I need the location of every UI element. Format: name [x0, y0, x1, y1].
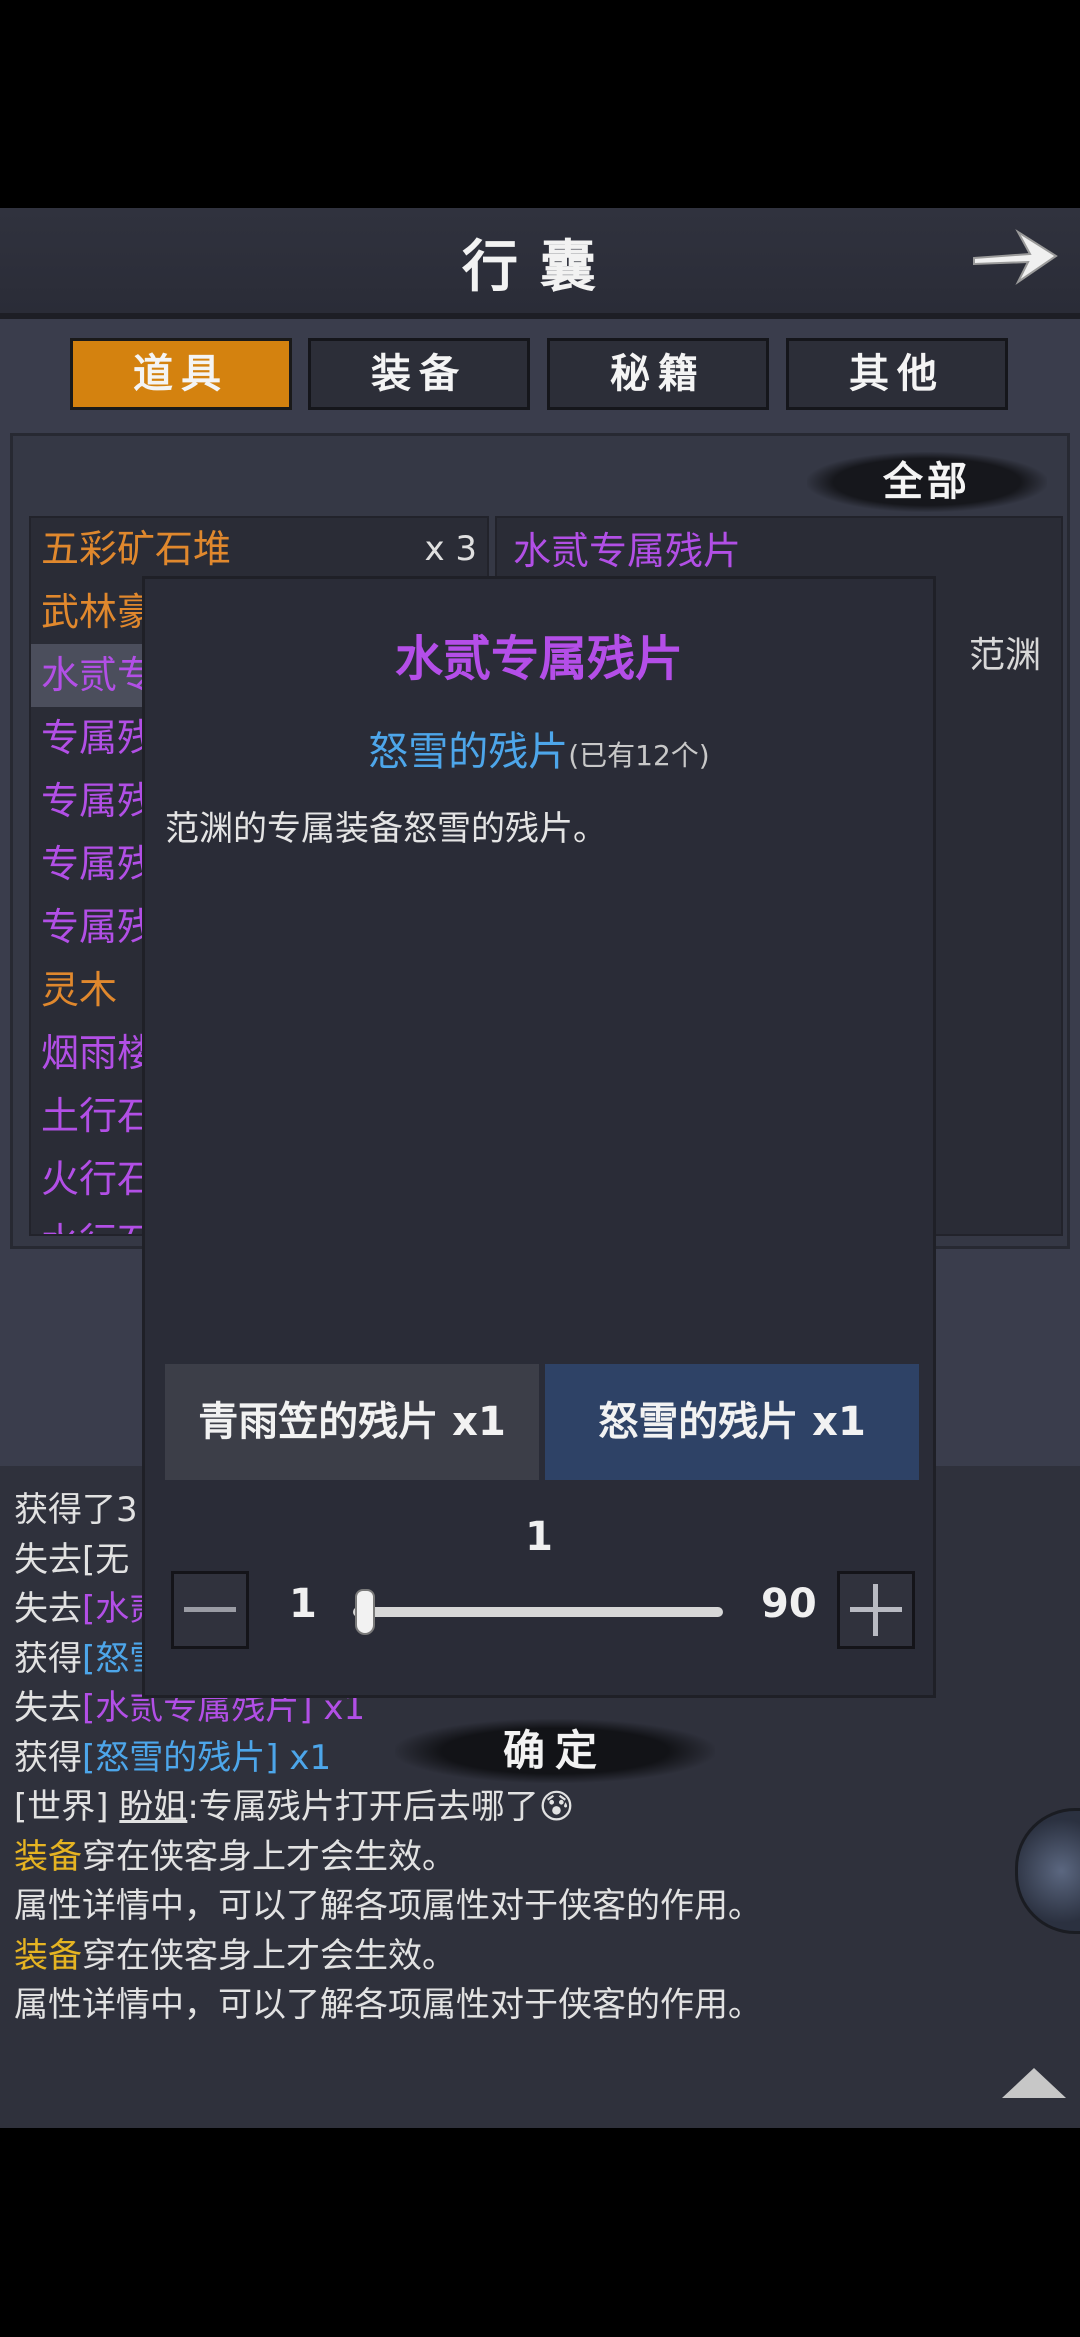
- log-text[interactable]: 盼姐: [119, 1787, 187, 1827]
- item-name: 火行石: [41, 1157, 156, 1201]
- item-name: 专属残: [41, 716, 156, 760]
- tab-items[interactable]: 道具: [70, 338, 292, 410]
- item-dialog: 水贰专属残片 怒雪的残片(已有12个) 范渊的专属装备怒雪的残片。 青雨笠的残片…: [142, 576, 936, 1783]
- log-line: 装备穿在侠客身上才会生效。: [14, 1829, 456, 1878]
- quantity-slider-track[interactable]: [353, 1607, 723, 1617]
- item-name: 土行石: [41, 1094, 156, 1138]
- quantity-value: 1: [525, 1514, 553, 1560]
- log-line: 属性详情中，可以了解各项属性对于侠客的作用。: [14, 1878, 762, 1927]
- header-bar: 行囊: [0, 208, 1080, 319]
- tab-other[interactable]: 其他: [786, 338, 1008, 410]
- detail-owner: 范渊: [968, 635, 1041, 676]
- item-count: x 3: [424, 529, 477, 569]
- choice-option-b[interactable]: 怒雪的残片 x1: [545, 1364, 919, 1480]
- dialog-description: 范渊的专属装备怒雪的残片。: [165, 809, 607, 849]
- log-text: x1: [278, 1737, 332, 1778]
- log-line: 属性详情中，可以了解各项属性对于侠客的作用。: [14, 1977, 762, 2026]
- game-screen: 行囊 道具 装备 秘籍 其他 全部 五彩矿石堆 x 3 武林豪 水贰专 专属残 专属残 专属…: [0, 208, 1080, 2128]
- log-text: 失去: [14, 1589, 82, 1629]
- log-line: 获得[怒雪的残片] x1: [14, 1730, 331, 1779]
- log-text: [怒雪的残片]: [82, 1737, 279, 1778]
- item-name: 专属残: [41, 779, 156, 823]
- slider-max-label: 90: [761, 1581, 817, 1627]
- quantity-slider-thumb[interactable]: [355, 1589, 375, 1635]
- log-text: 穿在侠客身上才会生效。: [82, 1935, 456, 1976]
- collapse-up-icon[interactable]: [1002, 2068, 1066, 2098]
- tab-equipment[interactable]: 装备: [308, 338, 530, 410]
- dialog-subtitle: 怒雪的残片(已有12个): [145, 719, 933, 777]
- log-text: 穿在侠客身上才会生效。: [82, 1836, 456, 1877]
- log-line: 失去[无: [14, 1532, 129, 1581]
- confirm-button[interactable]: 确定: [395, 1719, 715, 1783]
- log-text: 获得: [14, 1737, 82, 1778]
- detail-item-title: 水贰专属残片: [513, 529, 742, 573]
- minus-icon: [184, 1607, 236, 1612]
- back-arrow-icon[interactable]: [968, 218, 1064, 294]
- dialog-title: 水贰专属残片: [394, 631, 683, 687]
- item-name: 烟雨楼: [41, 1031, 156, 1075]
- plus-icon: [850, 1584, 902, 1636]
- item-name: 专属残: [41, 905, 156, 949]
- item-name: 水贰专: [41, 653, 156, 697]
- list-item[interactable]: 五彩矿石堆 x 3: [31, 518, 487, 581]
- item-name: 专属残: [41, 842, 156, 886]
- item-name: 水行石: [41, 1220, 155, 1234]
- decrease-button[interactable]: [171, 1571, 249, 1649]
- log-text: :专属残片打开后去哪了😰: [187, 1787, 575, 1827]
- log-text: 属性详情中，可以了解各项属性对于侠客的作用。: [14, 1985, 762, 2025]
- log-line: 装备穿在侠客身上才会生效。: [14, 1928, 456, 1977]
- dialog-owned-count: (已有12个): [568, 739, 710, 772]
- dialog-item-name: 怒雪的残片: [368, 729, 569, 775]
- log-text: 失去: [14, 1688, 82, 1728]
- increase-button[interactable]: [837, 1571, 915, 1649]
- page-title: 行囊: [462, 234, 618, 300]
- log-text: 属性详情中，可以了解各项属性对于侠客的作用。: [14, 1886, 762, 1926]
- slider-min-label: 1: [289, 1581, 317, 1627]
- log-text: 装备: [14, 1935, 82, 1976]
- filter-all-button[interactable]: 全部: [807, 452, 1047, 512]
- item-name: 灵木: [41, 968, 118, 1012]
- tab-manuals[interactable]: 秘籍: [547, 338, 769, 410]
- item-name: 五彩矿石堆: [41, 527, 232, 571]
- log-line: 获得了3: [14, 1482, 138, 1531]
- item-name: 武林豪: [41, 590, 156, 634]
- log-line: [世界] 盼姐:专属残片打开后去哪了😰: [14, 1779, 574, 1828]
- log-text: 失去[无: [14, 1539, 130, 1580]
- log-text: 装备: [14, 1836, 82, 1877]
- log-text: [世界]: [14, 1787, 120, 1827]
- choice-option-a[interactable]: 青雨笠的残片 x1: [165, 1364, 539, 1480]
- log-text: 获得了3: [14, 1490, 138, 1530]
- log-text: 获得: [14, 1638, 82, 1679]
